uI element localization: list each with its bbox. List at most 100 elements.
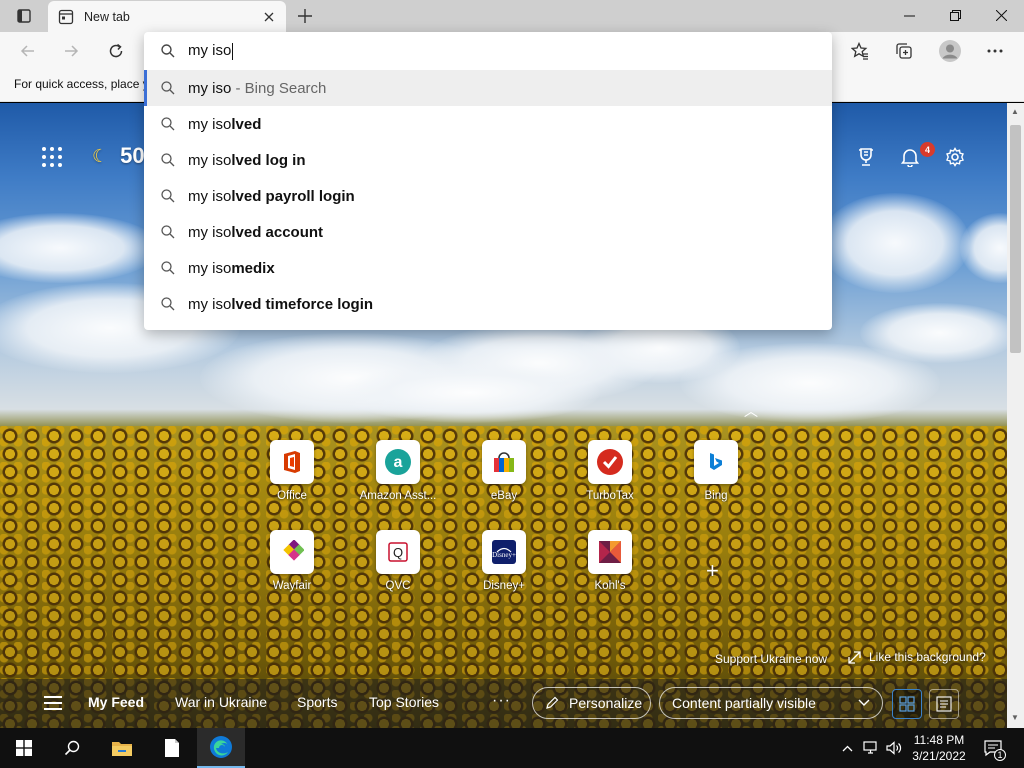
quick-link-kohls[interactable]: Kohl's — [565, 530, 655, 592]
network-button[interactable] — [860, 728, 882, 768]
support-ukraine-link[interactable]: Support Ukraine now — [715, 652, 827, 666]
search-icon — [160, 152, 176, 168]
tab-actions-button[interactable] — [10, 5, 38, 27]
edge-taskbar-button[interactable] — [197, 728, 245, 768]
app-launcher-button[interactable] — [42, 147, 62, 167]
quick-link-ebay[interactable]: eBay — [459, 440, 549, 502]
favorites-star-icon — [851, 42, 868, 60]
rewards-button[interactable] — [854, 145, 878, 169]
bing-icon — [710, 453, 722, 470]
show-hidden-icons-button[interactable] — [838, 728, 856, 768]
quick-link-label: Disney+ — [483, 580, 525, 592]
quick-link-bing[interactable]: Bing — [671, 440, 761, 502]
search-icon — [160, 224, 176, 240]
page-settings-button[interactable] — [943, 145, 967, 169]
address-bar-dropdown: my iso my iso - Bing Search my isolved m… — [144, 32, 832, 330]
suggestion-item[interactable]: my isolved — [144, 106, 832, 142]
quick-link-label: eBay — [490, 490, 518, 502]
gear-icon — [946, 147, 964, 167]
quick-link-label: Kohl's — [594, 580, 626, 592]
personalize-button[interactable]: Personalize — [532, 687, 651, 719]
forward-button[interactable] — [56, 36, 86, 66]
quick-link-qvc[interactable]: Q QVC — [353, 530, 443, 592]
suggestion-item[interactable]: my isolved log in — [144, 142, 832, 178]
quick-link-label: QVC — [385, 580, 411, 592]
page-scrollbar[interactable]: ▲ ▼ — [1007, 103, 1024, 728]
action-center-button[interactable]: 1 — [980, 728, 1006, 768]
feed-navigation-bar: My Feed War in Ukraine Sports Top Storie… — [0, 679, 1007, 728]
weather-temperature: 50 — [120, 143, 145, 168]
background-cloud — [960, 213, 1007, 283]
feed-more-button[interactable]: ··· — [492, 692, 511, 710]
profile-button[interactable] — [935, 36, 965, 66]
scroll-down-arrow-icon[interactable]: ▼ — [1011, 713, 1019, 722]
forward-arrow-icon — [65, 45, 79, 57]
tab-actions-icon — [17, 9, 31, 23]
quick-link-office[interactable]: Office — [247, 440, 337, 502]
feed-tab-my-feed[interactable]: My Feed — [88, 694, 144, 710]
weather-widget[interactable]: ☾ 50 — [92, 143, 145, 169]
chevron-up-icon[interactable]: ︿ — [744, 401, 758, 421]
notepad-button[interactable] — [148, 728, 196, 768]
search-icon — [160, 116, 176, 132]
taskbar-clock[interactable]: 11:48 PM 3/21/2022 — [904, 732, 974, 764]
search-icon — [160, 43, 176, 59]
windows-taskbar: 11:48 PM 3/21/2022 1 — [0, 728, 1024, 768]
refresh-button[interactable] — [101, 36, 131, 66]
rewards-trophy-icon — [859, 148, 873, 166]
taskbar-search-button[interactable] — [48, 728, 96, 768]
turbotax-icon — [597, 449, 623, 475]
content-visibility-dropdown[interactable]: Content partially visible — [659, 687, 883, 719]
speaker-icon — [886, 741, 902, 755]
quick-link-label: Office — [277, 490, 307, 502]
start-button[interactable] — [0, 728, 48, 768]
new-tab-button[interactable] — [292, 4, 318, 28]
quick-link-label: TurboTax — [586, 490, 634, 502]
search-icon — [160, 188, 176, 204]
file-explorer-button[interactable] — [98, 728, 146, 768]
suggestion-item[interactable]: my isomedix — [144, 250, 832, 286]
qvc-icon: Q — [388, 542, 408, 562]
scrollbar-thumb[interactable] — [1010, 125, 1021, 353]
new-tab-favicon-icon — [58, 9, 74, 25]
notifications-button[interactable] — [898, 145, 922, 169]
feed-tab-top-stories[interactable]: Top Stories — [369, 694, 439, 710]
close-window-button[interactable] — [978, 0, 1024, 30]
favorites-button[interactable] — [845, 36, 875, 66]
scroll-up-arrow-icon[interactable]: ▲ — [1011, 107, 1019, 116]
suggestion-item[interactable]: my iso - Bing Search — [144, 70, 832, 106]
minimize-button[interactable] — [886, 0, 932, 30]
svg-text:a: a — [394, 454, 403, 471]
tab-close-button[interactable] — [258, 6, 280, 28]
quick-link-turbotax[interactable]: TurboTax — [565, 440, 655, 502]
search-icon — [160, 260, 176, 276]
address-bar[interactable]: my iso — [144, 32, 832, 70]
quick-link-amazon-assistant[interactable]: a Amazon Asst... — [353, 440, 443, 502]
like-background-link[interactable]: Like this background? — [848, 650, 986, 664]
settings-more-button[interactable] — [980, 36, 1010, 66]
quick-link-disney-plus[interactable]: Disney+ Disney+ — [459, 530, 549, 592]
document-icon — [165, 739, 179, 757]
restore-icon — [949, 9, 961, 21]
suggestion-item[interactable]: my isolved timeforce login — [144, 286, 832, 322]
back-button[interactable] — [13, 36, 43, 66]
suggestion-item[interactable]: my isolved account — [144, 214, 832, 250]
quick-link-wayfair[interactable]: Wayfair — [247, 530, 337, 592]
add-quick-link-button[interactable]: + — [706, 558, 719, 584]
list-view-button[interactable] — [929, 689, 959, 719]
background-cloud — [860, 303, 1007, 363]
disney-plus-icon: Disney+ — [492, 540, 516, 564]
tab-new-tab[interactable]: New tab — [48, 1, 286, 32]
hamburger-menu-icon[interactable] — [44, 696, 62, 710]
restore-button[interactable] — [932, 0, 978, 30]
feed-tab-war-in-ukraine[interactable]: War in Ukraine — [175, 694, 267, 710]
volume-button[interactable] — [884, 728, 904, 768]
feed-tab-sports[interactable]: Sports — [297, 694, 337, 710]
grid-view-icon — [899, 696, 915, 712]
grid-view-button[interactable] — [892, 689, 922, 719]
action-center-count: 1 — [994, 749, 1006, 761]
refresh-icon — [109, 43, 123, 58]
collections-button[interactable] — [889, 36, 919, 66]
suggestion-item[interactable]: my isolved payroll login — [144, 178, 832, 214]
address-input-value[interactable]: my iso — [188, 42, 234, 60]
